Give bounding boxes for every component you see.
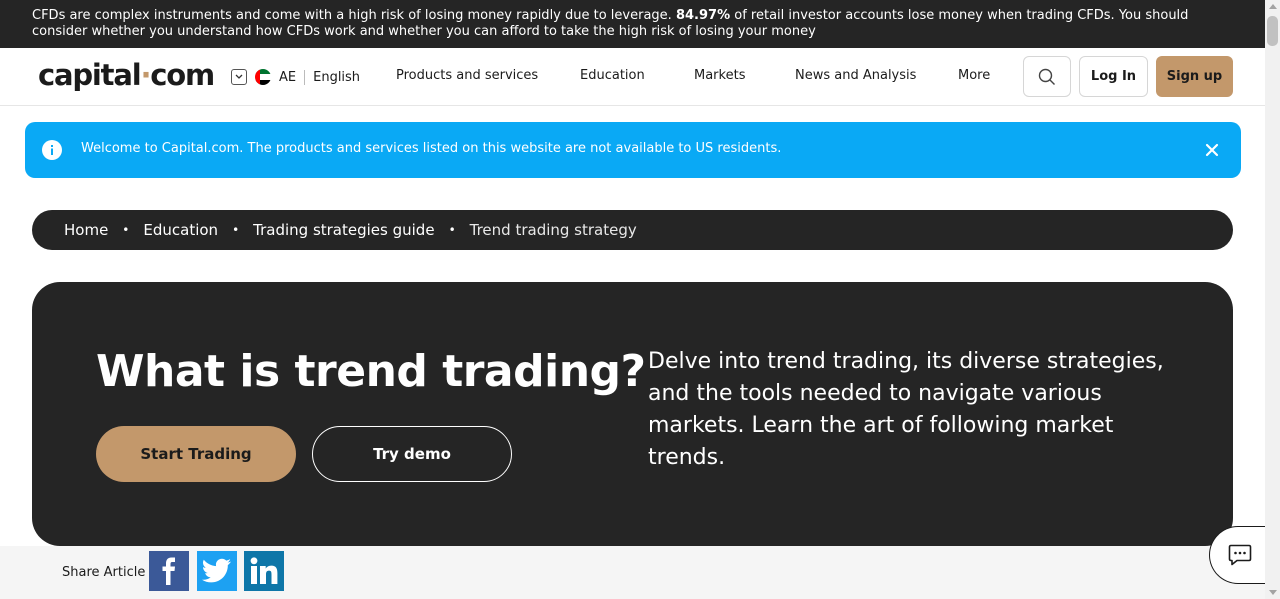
scroll-down-arrow[interactable] xyxy=(1269,590,1277,595)
breadcrumb-separator: • xyxy=(448,223,456,237)
us-residents-notice: Welcome to Capital.com. The products and… xyxy=(25,122,1241,178)
notice-message: Welcome to Capital.com. The products and… xyxy=(81,141,782,156)
nav-education[interactable]: Education xyxy=(580,68,645,83)
chat-icon xyxy=(1228,544,1251,566)
breadcrumb-trading-strategies-guide[interactable]: Trading strategies guide xyxy=(253,221,434,239)
chevron-down-icon xyxy=(231,69,247,85)
scrollbar-thumb[interactable] xyxy=(1267,16,1278,46)
capital-com-logo[interactable]: capital·com xyxy=(38,58,215,92)
logo-text-right: com xyxy=(150,58,215,92)
risk-percentage: 84.97% xyxy=(675,8,731,23)
hero-section: What is trend trading? Start Trading Try… xyxy=(32,282,1233,546)
try-demo-button[interactable]: Try demo xyxy=(312,426,512,482)
search-icon xyxy=(1038,68,1055,85)
scroll-up-arrow[interactable] xyxy=(1269,4,1277,9)
language-label: English xyxy=(313,69,361,85)
start-trading-button[interactable]: Start Trading xyxy=(96,426,296,482)
breadcrumb: Home • Education • Trading strategies gu… xyxy=(32,210,1233,250)
breadcrumb-separator: • xyxy=(122,223,130,237)
linkedin-icon[interactable] xyxy=(244,551,284,591)
page-title: What is trend trading? xyxy=(96,346,646,397)
breadcrumb-separator: • xyxy=(232,223,240,237)
facebook-icon[interactable] xyxy=(149,551,189,591)
chat-button[interactable] xyxy=(1209,526,1269,584)
risk-warning-banner: CFDs are complex instruments and come wi… xyxy=(0,0,1265,48)
close-icon[interactable] xyxy=(1204,142,1220,158)
signup-button[interactable]: Sign up xyxy=(1156,56,1233,97)
page-scrollbar[interactable] xyxy=(1265,0,1280,599)
nav-news-and-analysis[interactable]: News and Analysis xyxy=(795,68,916,83)
share-label: Share Article xyxy=(62,565,146,580)
site-header: capital·com AE English Products and serv… xyxy=(0,48,1265,106)
login-button[interactable]: Log In xyxy=(1079,56,1148,97)
risk-text-before: CFDs are complex instruments and come wi… xyxy=(32,8,672,23)
logo-dot: · xyxy=(140,58,151,92)
uae-flag-icon xyxy=(255,69,271,85)
twitter-icon[interactable] xyxy=(197,551,237,591)
breadcrumb-home[interactable]: Home xyxy=(64,221,108,239)
nav-more[interactable]: More xyxy=(958,68,990,83)
share-bar: Share Article xyxy=(0,546,1265,599)
locale-selector[interactable]: AE English xyxy=(231,68,360,86)
breadcrumb-education[interactable]: Education xyxy=(143,221,218,239)
region-code: AE xyxy=(279,69,306,85)
search-button[interactable] xyxy=(1023,56,1071,97)
logo-text-left: capital xyxy=(38,58,142,92)
info-icon xyxy=(42,140,62,160)
hero-description: Delve into trend trading, its diverse st… xyxy=(648,349,1164,470)
nav-products-and-services[interactable]: Products and services xyxy=(396,68,538,83)
nav-markets[interactable]: Markets xyxy=(694,68,745,83)
breadcrumb-current: Trend trading strategy xyxy=(469,221,637,239)
